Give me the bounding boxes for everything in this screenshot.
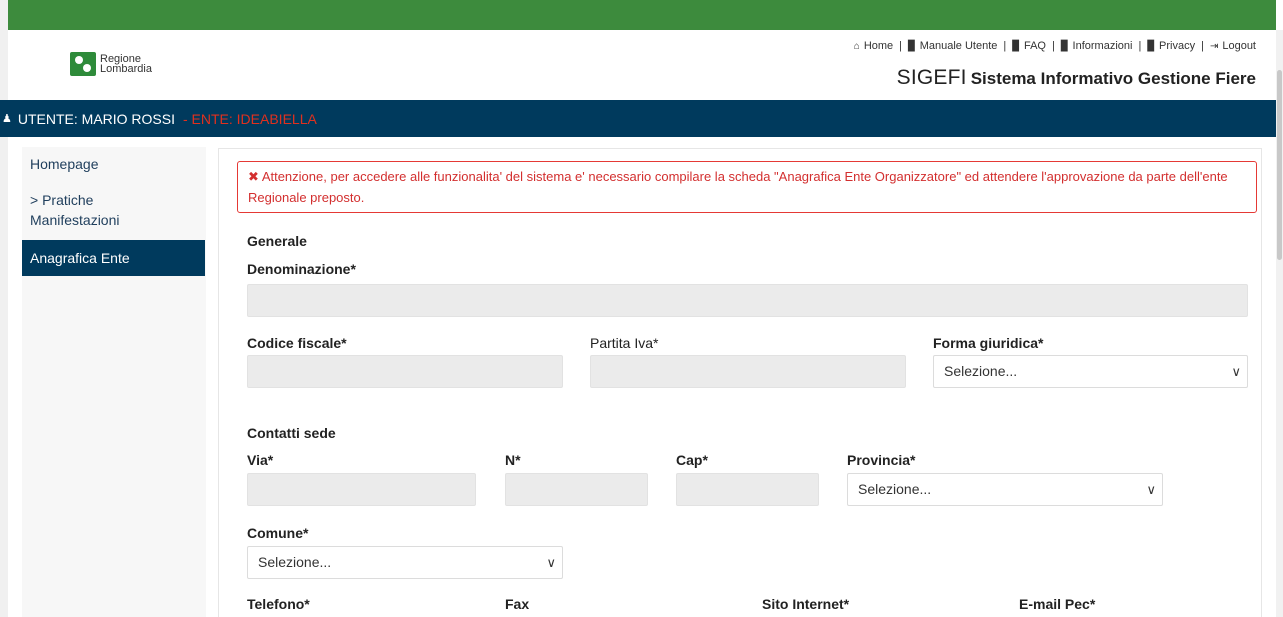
email-pec-label: E-mail Pec* xyxy=(1019,596,1096,612)
faq-link-label: FAQ xyxy=(1023,40,1046,52)
comune-label: Comune* xyxy=(247,525,309,541)
informazioni-link-label: Informazioni xyxy=(1072,40,1133,52)
sidebar-item-anagrafica-ente[interactable]: Anagrafica Ente xyxy=(22,240,205,276)
close-x-icon: ✖ xyxy=(248,169,259,184)
separator: | xyxy=(899,40,903,52)
header: Regione Lombardia ⌂ Home | ▉ Manuale Utent… xyxy=(8,30,1276,100)
numero-label: N* xyxy=(505,452,521,468)
sidebar-item-homepage[interactable]: Homepage xyxy=(22,156,205,172)
provincia-value: Selezione... xyxy=(858,481,932,497)
section-contatti-sede: Contatti sede xyxy=(247,425,336,441)
forma-giuridica-value: Selezione... xyxy=(944,363,1018,379)
separator: | xyxy=(1201,40,1204,52)
separator: | xyxy=(1138,40,1142,52)
app-title: SIGEFI Sistema Informativo Gestione Fiere xyxy=(897,66,1256,90)
via-label: Via* xyxy=(247,452,274,468)
user-bar: ♟ UTENTE: MARIO ROSSI - ENTE: IDEABIELLA xyxy=(0,100,1276,137)
section-generale: Generale xyxy=(247,233,307,249)
user-icon: ♟ xyxy=(2,113,12,125)
logo-text-line2: Lombardia xyxy=(100,63,152,75)
fax-label: Fax xyxy=(505,596,530,612)
app-title-long: Sistema Informativo Gestione Fiere xyxy=(970,69,1256,88)
logout-icon: ⇥ xyxy=(1209,40,1219,52)
sidebar xyxy=(8,137,206,617)
privacy-link-label: Privacy xyxy=(1159,40,1196,52)
codice-fiscale-input[interactable] xyxy=(247,355,563,388)
privacy-icon: ▉ xyxy=(1147,40,1156,52)
telefono-label: Telefono* xyxy=(247,596,310,612)
manuale-link[interactable]: ▉ Manuale Utente xyxy=(908,40,997,52)
chevron-down-icon: ∨ xyxy=(1146,482,1156,497)
app-title-short: SIGEFI xyxy=(896,66,967,89)
info-icon: ▉ xyxy=(1060,40,1069,52)
forma-giuridica-select[interactable]: Selezione... ∨ xyxy=(933,355,1248,388)
cap-label: Cap* xyxy=(676,452,708,468)
chevron-down-icon: ∨ xyxy=(546,555,556,570)
partita-iva-label: Partita Iva* xyxy=(590,335,659,351)
logout-link-label: Logout xyxy=(1222,40,1256,52)
user-label: UTENTE: MARIO ROSSI xyxy=(17,110,175,127)
forma-giuridica-label: Forma giuridica* xyxy=(933,335,1044,351)
separator: | xyxy=(1051,40,1055,52)
privacy-link[interactable]: ▉ Privacy xyxy=(1147,40,1195,52)
separator: | xyxy=(1003,40,1007,52)
informazioni-link[interactable]: ▉ Informazioni xyxy=(1061,40,1133,52)
partita-iva-input[interactable] xyxy=(590,355,906,388)
comune-value: Selezione... xyxy=(258,554,332,570)
codice-fiscale-label: Codice fiscale* xyxy=(247,335,347,351)
comune-select[interactable]: Selezione... ∨ xyxy=(247,546,563,579)
home-icon: ⌂ xyxy=(853,40,860,52)
alert-text: Attenzione, per accedere alle funzionali… xyxy=(248,169,1228,205)
scrollbar[interactable] xyxy=(1276,30,1283,617)
regione-lombardia-logo[interactable]: Regione Lombardia xyxy=(70,52,152,76)
sito-internet-label: Sito Internet* xyxy=(762,596,850,612)
faq-link[interactable]: ▉ FAQ xyxy=(1012,40,1046,52)
window-frame-left xyxy=(0,0,8,617)
scrollbar-thumb[interactable] xyxy=(1277,70,1282,260)
alert-warning: ✖ Attenzione, per accedere alle funziona… xyxy=(237,161,1257,213)
sidebar-item-manifestazioni[interactable]: Manifestazioni xyxy=(22,212,205,228)
logo-mark-icon xyxy=(70,52,96,76)
cap-input[interactable] xyxy=(676,473,819,506)
chevron-down-icon: ∨ xyxy=(1231,364,1241,379)
provincia-label: Provincia* xyxy=(847,452,916,468)
denominazione-label: Denominazione* xyxy=(247,261,356,277)
logo-text: Regione Lombardia xyxy=(100,54,152,75)
denominazione-input[interactable] xyxy=(247,284,1248,317)
home-link[interactable]: ⌂ Home xyxy=(854,40,893,52)
logout-link[interactable]: ⇥ Logout xyxy=(1210,40,1256,52)
document-icon: ▉ xyxy=(908,40,916,52)
top-green-bar xyxy=(8,0,1276,30)
via-input[interactable] xyxy=(247,473,476,506)
sidebar-item-pratiche[interactable]: > Pratiche xyxy=(22,192,205,208)
ente-label: - ENTE: IDEABIELLA xyxy=(183,110,317,127)
faq-icon: ▉ xyxy=(1012,40,1020,52)
manuale-link-label: Manuale Utente xyxy=(919,40,998,52)
provincia-select[interactable]: Selezione... ∨ xyxy=(847,473,1163,506)
numero-input[interactable] xyxy=(505,473,648,506)
top-links: ⌂ Home | ▉ Manuale Utente | ▉ FAQ | ▉ Inform… xyxy=(854,40,1256,52)
home-link-label: Home xyxy=(863,40,894,52)
